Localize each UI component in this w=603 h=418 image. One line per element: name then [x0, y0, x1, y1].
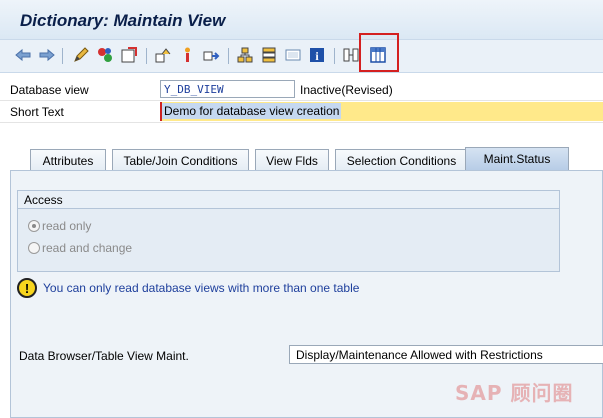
database-view-label: Database view — [10, 83, 89, 97]
radio-read-and-change-label: read and change — [42, 241, 133, 255]
forward-arrow-icon[interactable] — [36, 44, 58, 66]
tab-strip: Attributes Table/Join Conditions View Fl… — [0, 145, 603, 171]
frame-icon[interactable] — [282, 44, 304, 66]
tab-table-join-conditions[interactable]: Table/Join Conditions — [112, 149, 249, 171]
short-text-field[interactable]: Demo for database view creation — [160, 102, 603, 121]
data-browser-dropdown[interactable]: Display/Maintenance Allowed with Restric… — [289, 345, 603, 364]
data-browser-label: Data Browser/Table View Maint. — [19, 349, 189, 363]
warning-text: You can only read database views with mo… — [43, 281, 360, 295]
radio-read-and-change[interactable]: read and change — [28, 241, 132, 255]
tab-selection-conditions[interactable]: Selection Conditions — [335, 149, 468, 171]
radio-read-only[interactable]: read only — [28, 219, 91, 233]
access-group: Access read only read and change — [17, 190, 560, 272]
page-title: Dictionary: Maintain View — [20, 11, 226, 30]
access-header: Access — [18, 191, 559, 209]
radio-selected-icon — [28, 220, 40, 232]
short-text-label: Short Text — [10, 105, 64, 119]
where-used-icon[interactable] — [152, 44, 174, 66]
view-status-text: Inactive(Revised) — [300, 83, 393, 97]
short-text-row: Short Text Demo for database view creati… — [0, 101, 603, 123]
display-change-icon[interactable] — [94, 44, 116, 66]
database-view-field[interactable]: Y_DB_VIEW — [160, 80, 295, 98]
tab-view-flds[interactable]: View Flds — [255, 149, 329, 171]
tab-maint-status[interactable]: Maint.Status — [465, 147, 569, 171]
navigate-icon[interactable] — [200, 44, 222, 66]
hierarchy-icon[interactable] — [234, 44, 256, 66]
toolbar-separator — [62, 48, 63, 64]
watermark-logo: SAP 顾问圈 — [455, 381, 574, 405]
toolbar-separator — [334, 48, 335, 64]
warning-exclamation-icon: ! — [17, 278, 37, 298]
activate-icon[interactable] — [118, 44, 140, 66]
database-view-row: Database view Y_DB_VIEW Inactive(Revised… — [0, 79, 603, 101]
short-text-value: Demo for database view creation — [162, 103, 342, 119]
layout-icon[interactable] — [258, 44, 280, 66]
back-arrow-icon[interactable] — [12, 44, 34, 66]
title-bar: Dictionary: Maintain View — [0, 0, 603, 40]
warning-message: ! You can only read database views with … — [17, 278, 359, 298]
info-icon[interactable]: i — [306, 44, 328, 66]
tab-attributes[interactable]: Attributes — [30, 149, 106, 171]
toolbar-separator — [228, 48, 229, 64]
highlight-box — [359, 33, 399, 72]
object-list-icon[interactable] — [176, 44, 198, 66]
radio-unselected-icon — [28, 242, 40, 254]
radio-read-only-label: read only — [42, 219, 92, 233]
toolbar-separator — [146, 48, 147, 64]
edit-pencil-icon[interactable] — [70, 44, 92, 66]
application-toolbar: i — [0, 40, 603, 73]
